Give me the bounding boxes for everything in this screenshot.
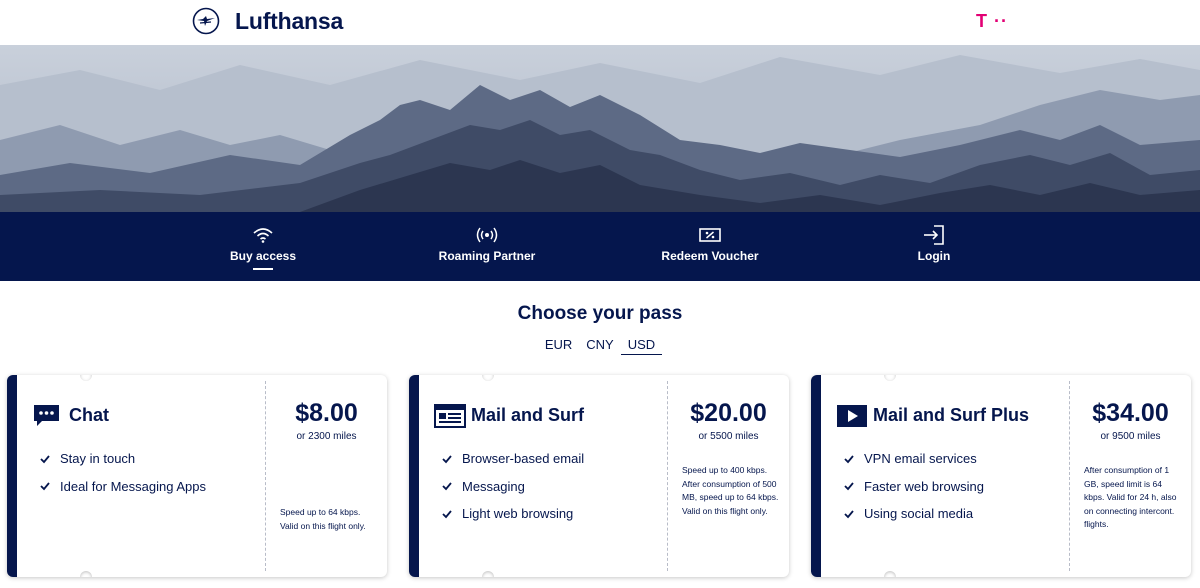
page-title: Choose your pass	[517, 303, 683, 324]
feature-list: VPN email services Faster web browsing U…	[844, 445, 984, 528]
feature-text: VPN email services	[864, 451, 977, 467]
feature-item: Ideal for Messaging Apps	[40, 473, 206, 501]
feature-text: Faster web browsing	[864, 478, 984, 494]
pass-note: After consumption of 1 GB, speed limit i…	[1084, 465, 1177, 529]
feature-item: Stay in touch	[40, 445, 206, 473]
check-icon	[442, 455, 452, 464]
feature-text: Messaging	[462, 478, 525, 494]
login-icon	[924, 225, 944, 245]
ticket-notch	[884, 375, 896, 381]
nav-redeem-voucher-label: Redeem Voucher	[661, 249, 759, 263]
feature-item: Messaging	[442, 473, 584, 501]
lufthansa-logo[interactable]: Lufthansa	[192, 7, 343, 35]
check-icon	[442, 510, 452, 519]
feature-text: Light web browsing	[462, 506, 574, 522]
voucher-icon	[699, 228, 721, 242]
currency-usd[interactable]: USD	[620, 337, 663, 355]
feature-list: Browser-based email Messaging Light web …	[442, 445, 584, 528]
telekom-logo-text: T ··	[976, 11, 1008, 31]
check-icon	[844, 455, 854, 464]
nav-roaming-partner-label: Roaming Partner	[438, 249, 536, 263]
check-icon	[844, 510, 854, 519]
pass-price: $34.00	[1092, 399, 1169, 427]
pass-note: Speed up to 400 kbps. After consumption …	[682, 465, 779, 516]
feature-text: Stay in touch	[60, 451, 136, 467]
check-icon	[40, 455, 50, 464]
feature-text: Browser-based email	[462, 451, 585, 467]
pass-title: Chat	[69, 405, 109, 425]
browser-window-icon	[434, 404, 466, 428]
feature-item: Browser-based email	[442, 445, 584, 473]
pass-miles: or 2300 miles	[296, 431, 357, 442]
pass-note: Speed up to 64 kbps. Valid on this fligh…	[280, 507, 366, 531]
card-stripe	[811, 375, 821, 577]
site-header: Lufthansa T ··	[0, 0, 1200, 45]
card-stripe	[409, 375, 419, 577]
chat-bubble-icon	[34, 405, 59, 426]
currency-selector: EUR CNY USD	[0, 337, 1200, 355]
ticket-notch	[482, 571, 494, 577]
ticket-notch	[80, 571, 92, 577]
nav-roaming-partner[interactable]: Roaming Partner	[436, 212, 538, 281]
pass-card-mail-surf[interactable]: Mail and Surf Browser-based email Messag…	[409, 375, 789, 577]
currency-cny[interactable]: CNY	[579, 337, 620, 355]
brand-name: Lufthansa	[235, 7, 344, 34]
ticket-notch	[80, 375, 92, 381]
telekom-logo: T ··	[976, 11, 1008, 32]
nav-redeem-voucher[interactable]: Redeem Voucher	[660, 212, 760, 281]
feature-item: VPN email services	[844, 445, 984, 473]
check-icon	[844, 482, 854, 491]
play-icon	[837, 405, 867, 427]
main-nav: Buy access Roaming Partner Redeem Vouche…	[0, 212, 1200, 281]
nav-buy-access-label: Buy access	[229, 249, 297, 263]
pass-title: Mail and Surf	[471, 405, 585, 425]
ticket-notch	[884, 571, 896, 577]
wifi-icon	[253, 228, 273, 243]
ticket-notch	[482, 375, 494, 381]
pass-title: Mail and Surf Plus	[873, 405, 1030, 425]
nav-buy-access[interactable]: Buy access	[228, 212, 298, 281]
crane-logo-icon	[192, 7, 220, 35]
feature-text: Ideal for Messaging Apps	[60, 478, 206, 494]
card-stripe	[7, 375, 17, 577]
mountain-landscape	[0, 45, 1200, 212]
currency-eur[interactable]: EUR	[538, 337, 579, 355]
pass-price: $8.00	[295, 399, 358, 427]
feature-item: Faster web browsing	[844, 473, 984, 501]
feature-item: Using social media	[844, 500, 984, 528]
pass-card-chat[interactable]: Chat Stay in touch Ideal for Messaging A…	[7, 375, 387, 577]
feature-text: Using social media	[864, 506, 974, 522]
pass-price: $20.00	[690, 399, 767, 427]
nav-login-label: Login	[917, 249, 951, 263]
roaming-icon	[476, 227, 498, 243]
hero-mountain-image	[0, 45, 1200, 212]
pass-miles: or 9500 miles	[1100, 431, 1161, 442]
feature-item: Light web browsing	[442, 500, 584, 528]
check-icon	[442, 482, 452, 491]
active-tab-indicator	[253, 268, 273, 270]
pass-card-mail-surf-plus[interactable]: Mail and Surf Plus VPN email services Fa…	[811, 375, 1191, 577]
check-icon	[40, 482, 50, 491]
pass-miles: or 5500 miles	[698, 431, 759, 442]
feature-list: Stay in touch Ideal for Messaging Apps	[40, 445, 206, 500]
nav-login[interactable]: Login	[912, 212, 956, 281]
